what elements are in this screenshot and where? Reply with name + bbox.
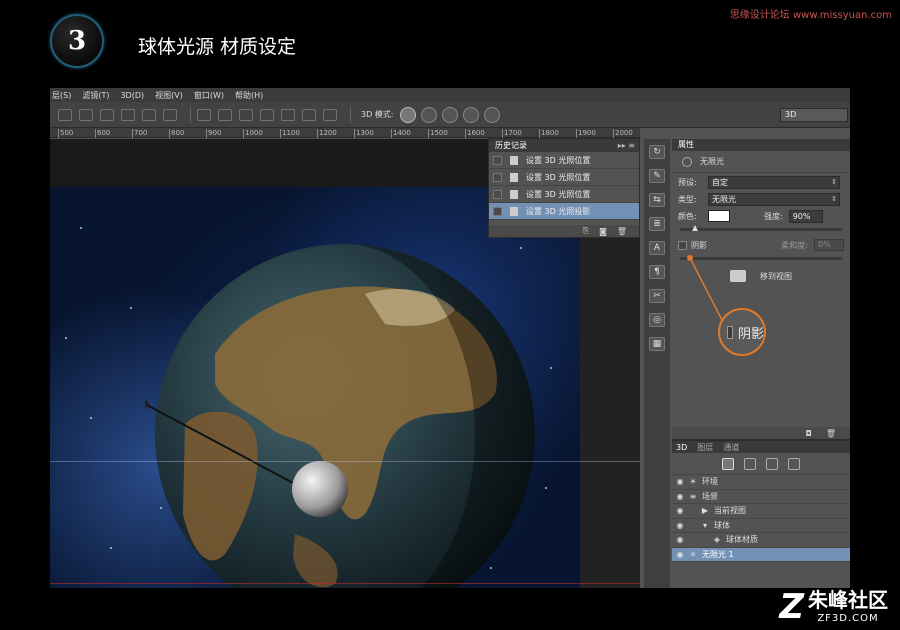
zoom-shadow-label: 阴影 [737, 326, 764, 342]
scene-item-icon: ▶ [701, 506, 709, 516]
visibility-eye-icon[interactable]: ◉ [672, 492, 688, 501]
scene-item-label: 环境 [702, 477, 718, 487]
scene-item-icon: ▾ [702, 520, 707, 530]
scene-item[interactable]: ◉ ≡ 场景 [672, 490, 850, 504]
tab-channels[interactable]: 通道 [723, 442, 739, 453]
scene-item-label: 球体 [714, 520, 730, 530]
logo-cn: 朱峰社区 [808, 588, 888, 612]
tab-3d[interactable]: 3D [676, 443, 687, 452]
step-number: 3 [67, 26, 87, 56]
zoom-callout: 阴影 [718, 308, 766, 356]
scene-item[interactable]: ◉ ✳ 无限光 1 [672, 547, 850, 562]
watermark-top: 思缘设计论坛 www.missyuan.com [729, 10, 892, 21]
step-number-badge: 3 [50, 14, 104, 68]
photoshop-window: 层(S) 滤镜(T) 3D(D) 视图(V) 窗口(W) 帮助(H) 3D 模式… [50, 88, 850, 588]
scene-item-label: 场景 [702, 491, 718, 501]
callout-line [689, 257, 723, 321]
scene-item-label: 当前视图 [714, 506, 746, 516]
scene-item[interactable]: ◉ ▶ 当前视图 [672, 504, 850, 519]
zf3d-logo-mark: Z [779, 587, 804, 627]
scene-item-icon: ✳ [689, 549, 697, 559]
3d-filter-bar [672, 453, 850, 475]
3d-panel: 3D 图层 通道 ◉ ☀ 环境 ◉ ≡ 场景 ◉ ▶ 当前视图 ◉ ▾ 球体 ◉ ◈ 球体材质 ◉ ✳ 无限光 1 [672, 439, 850, 588]
visibility-eye-icon[interactable]: ◉ [672, 535, 688, 544]
scene-item-icon: ◈ [713, 535, 721, 545]
lights-icon[interactable] [788, 457, 800, 470]
zoom-shadow-checkbox [727, 325, 733, 339]
scene-item-icon: ☀ [689, 477, 697, 487]
3d-panel-tabs: 3D 图层 通道 [672, 441, 850, 453]
scene-item[interactable]: ◉ ▾ 球体 [672, 519, 850, 533]
logo-en: ZF3D.COM [817, 613, 879, 624]
visibility-eye-icon[interactable]: ◉ [672, 550, 688, 559]
meshes-icon[interactable] [744, 457, 756, 470]
scene-item-label: 球体材质 [726, 535, 758, 545]
materials-icon[interactable] [766, 457, 778, 470]
logo-text: 朱峰社区 ZF3D.COM [808, 584, 888, 624]
step-title: 球体光源 材质设定 [138, 36, 297, 58]
callout-dot [687, 255, 693, 261]
zf3d-logo: Z 朱峰社区 ZF3D.COM [779, 584, 888, 624]
scene-item[interactable]: ◉ ◈ 球体材质 [672, 533, 850, 548]
visibility-eye-icon[interactable]: ◉ [672, 521, 688, 530]
3d-scene-list: ◉ ☀ 环境 ◉ ≡ 场景 ◉ ▶ 当前视图 ◉ ▾ 球体 ◉ ◈ 球体材质 ◉ ✳ 无限光 1 [672, 475, 850, 562]
tab-layers[interactable]: 图层 [697, 442, 713, 453]
scene-item[interactable]: ◉ ☀ 环境 [672, 475, 850, 490]
scene-item-icon: ≡ [689, 491, 697, 501]
whole-scene-icon[interactable] [722, 457, 734, 470]
visibility-eye-icon[interactable]: ◉ [672, 506, 688, 515]
scene-item-label: 无限光 1 [702, 549, 734, 559]
visibility-eye-icon[interactable]: ◉ [672, 477, 688, 486]
